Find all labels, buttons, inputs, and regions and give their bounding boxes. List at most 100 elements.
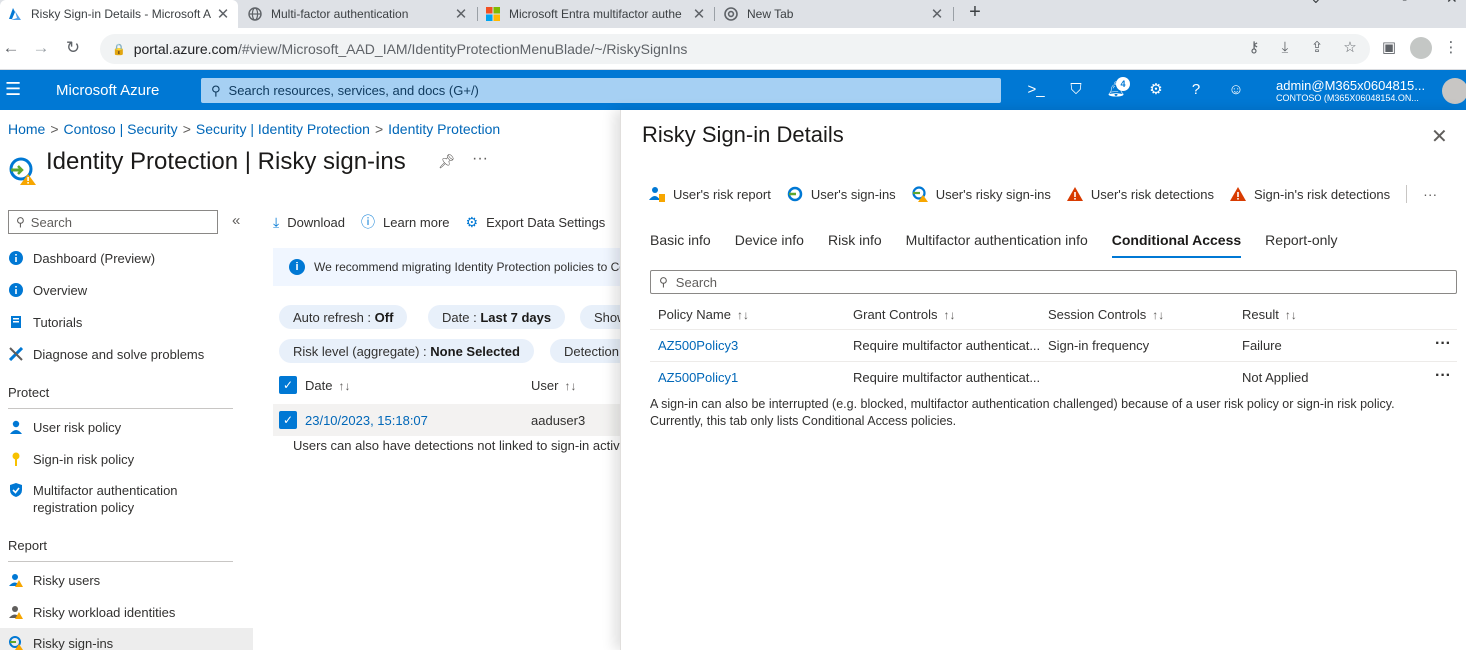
users-risk-detections-button[interactable]: User's risk detections	[1066, 186, 1214, 202]
column-header-grant-controls[interactable]: Grant Controls ↑↓	[853, 300, 956, 330]
policy-name-link[interactable]: AZ500Policy3	[658, 330, 738, 362]
kebab-menu-icon[interactable]: ⋮	[1440, 37, 1462, 59]
signins-grid-header: ✓ Date ↑↓ User ↑↓	[279, 376, 621, 396]
column-header-session-controls[interactable]: Session Controls ↑↓	[1048, 300, 1164, 330]
account-avatar[interactable]	[1442, 78, 1466, 104]
browser-tab-entra-mfa[interactable]: Microsoft Entra multifactor authe ✕	[478, 0, 714, 28]
column-header-policy-name[interactable]: Policy Name ↑↓	[658, 300, 749, 330]
close-icon[interactable]: ✕	[690, 5, 708, 23]
download-button[interactable]: ⤓ Download	[273, 214, 345, 231]
tab-report-only[interactable]: Report-only	[1265, 232, 1337, 258]
row-more-options-icon[interactable]: ···	[1435, 362, 1451, 390]
column-header-date[interactable]: Date ↑↓	[305, 378, 350, 393]
sidebar-item-diagnose[interactable]: Diagnose and solve problems	[0, 339, 253, 369]
learn-more-button[interactable]: ⓘ Learn more	[361, 212, 449, 232]
maximize-icon[interactable]: ▫	[1402, 0, 1407, 6]
sidebar-item-risky-users[interactable]: Risky users	[0, 565, 253, 595]
tab-conditional-access[interactable]: Conditional Access	[1111, 232, 1242, 258]
more-options-icon[interactable]: ···	[1423, 186, 1437, 202]
global-search-input[interactable]: ⚲ Search resources, services, and docs (…	[201, 78, 1001, 103]
table-row[interactable]: AZ500Policy1 Require multifactor authent…	[650, 362, 1457, 394]
bookmark-star-icon[interactable]: ☆	[1339, 37, 1361, 59]
tab-device-info[interactable]: Device info	[735, 232, 804, 258]
browser-tab-risky-signin-details[interactable]: Risky Sign-in Details - Microsoft A ✕	[0, 0, 238, 28]
tab-basic-info[interactable]: Basic info	[650, 232, 711, 258]
new-tab-button[interactable]: +	[966, 0, 984, 26]
sidebar-search-input[interactable]: ⚲ Search	[8, 210, 218, 234]
browser-tab-new-tab[interactable]: New Tab ✕	[716, 0, 952, 28]
table-row[interactable]: AZ500Policy3 Require multifactor authent…	[650, 330, 1457, 362]
policy-name-link[interactable]: AZ500Policy1	[658, 362, 738, 394]
sidebar-item-signin-risk-policy[interactable]: Sign-in risk policy	[0, 444, 253, 474]
sidebar-item-label: Risky workload identities	[33, 604, 176, 620]
signins-risk-detections-button[interactable]: Sign-in's risk detections	[1230, 186, 1390, 202]
install-icon[interactable]: ⤓	[1274, 37, 1296, 59]
sidebar-item-mfa-registration-policy[interactable]: Multifactor authentication registration …	[0, 478, 253, 518]
pin-icon[interactable]: 📌︎	[438, 153, 456, 170]
side-panel-icon[interactable]: ▣	[1378, 37, 1400, 59]
row-checkbox[interactable]: ✓	[279, 411, 297, 429]
users-signins-button[interactable]: User's sign-ins	[787, 186, 896, 202]
users-risky-signins-button[interactable]: User's risky sign-ins	[912, 186, 1051, 202]
tab-risk-info[interactable]: Risk info	[828, 232, 882, 258]
breadcrumb-security-identity-protection[interactable]: Security | Identity Protection	[196, 121, 370, 137]
key-icon	[8, 451, 24, 467]
sidebar-item-dashboard[interactable]: Dashboard (Preview)	[0, 243, 253, 273]
reload-icon[interactable]: ↻	[62, 37, 84, 59]
account-menu[interactable]: admin@M365x0604815... CONTOSO (M365X0604…	[1276, 78, 1438, 103]
tab-title: Risky Sign-in Details - Microsoft A	[31, 7, 212, 21]
column-header-user[interactable]: User ↑↓	[531, 378, 576, 393]
column-header-result[interactable]: Result ↑↓	[1242, 300, 1297, 330]
detection-type-filter[interactable]: Detection type(s)	[550, 339, 621, 363]
export-data-settings-button[interactable]: ⚙ Export Data Settings	[466, 214, 606, 231]
row-more-options-icon[interactable]: ···	[1435, 330, 1451, 358]
chevron-right-icon: >	[182, 121, 191, 137]
date-filter[interactable]: Date : Last 7 days	[428, 305, 566, 329]
url-field[interactable]: 🔒 portal.azure.com /#view/Microsoft_AAD_…	[100, 34, 1370, 64]
show-dates-filter[interactable]: Show dates as : Local	[580, 305, 621, 329]
detection-type-label: Detection type(s)	[564, 343, 621, 359]
users-risk-report-button[interactable]: User's risk report	[649, 186, 771, 202]
settings-gear-icon[interactable]: ⚙	[1146, 80, 1166, 100]
back-arrow-icon[interactable]: ←	[0, 37, 22, 59]
sidebar-item-tutorials[interactable]: Tutorials	[0, 307, 253, 337]
share-icon[interactable]: ⇪	[1306, 37, 1328, 59]
feedback-icon[interactable]: ☺	[1226, 80, 1246, 100]
auto-refresh-filter[interactable]: Auto refresh : Off	[279, 305, 408, 329]
select-all-checkbox[interactable]: ✓	[279, 376, 297, 394]
sidebar-item-risky-signins[interactable]: Risky sign-ins	[0, 628, 253, 650]
close-icon[interactable]: ✕	[1431, 124, 1448, 149]
risk-level-filter[interactable]: Risk level (aggregate) : None Selected	[279, 339, 534, 363]
table-row[interactable]: ✓ 23/10/2023, 15:18:07 aaduser3	[273, 404, 621, 436]
cloud-shell-icon[interactable]: >_	[1026, 80, 1046, 100]
azure-brand[interactable]: Microsoft Azure	[56, 82, 159, 99]
breadcrumb-identity-protection[interactable]: Identity Protection	[388, 121, 500, 137]
browser-tab-mfa[interactable]: Multi-factor authentication ✕	[240, 0, 476, 28]
close-icon[interactable]: ✕	[928, 5, 946, 23]
breadcrumb-contoso-security[interactable]: Contoso | Security	[64, 121, 178, 137]
key-icon[interactable]: ⚷	[1243, 37, 1265, 59]
help-icon[interactable]: ?	[1186, 80, 1206, 100]
chevron-down-icon[interactable]: ⌄	[1310, 0, 1322, 7]
download-label: Download	[287, 214, 346, 230]
minimize-icon[interactable]: ‒	[1360, 0, 1368, 6]
close-icon[interactable]: ✕	[214, 5, 232, 23]
table-header: Policy Name ↑↓ Grant Controls ↑↓ Session C…	[650, 300, 1457, 330]
window-close-icon[interactable]: ✕	[1446, 0, 1458, 7]
sidebar-item-overview[interactable]: Overview	[0, 275, 253, 305]
collapse-sidebar-icon[interactable]: «	[232, 212, 240, 229]
hamburger-menu-icon[interactable]: ☰	[5, 79, 21, 100]
signin-icon	[787, 186, 803, 202]
forward-arrow-icon[interactable]: →	[30, 37, 52, 59]
more-options-icon[interactable]: ···	[472, 150, 488, 168]
close-icon[interactable]: ✕	[452, 5, 470, 23]
sidebar-item-user-risk-policy[interactable]: User risk policy	[0, 412, 253, 442]
breadcrumb-home[interactable]: Home	[8, 121, 45, 137]
tab-mfa-info[interactable]: Multifactor authentication info	[906, 232, 1088, 258]
policy-search-input[interactable]: ⚲ Search	[650, 270, 1457, 294]
row-date[interactable]: 23/10/2023, 15:18:07	[305, 413, 428, 428]
directory-filter-icon[interactable]: ⛉	[1066, 80, 1086, 100]
profile-avatar[interactable]	[1410, 37, 1432, 59]
sort-icon: ↑↓	[736, 308, 749, 322]
sidebar-item-risky-workload-identities[interactable]: Risky workload identities	[0, 597, 253, 627]
